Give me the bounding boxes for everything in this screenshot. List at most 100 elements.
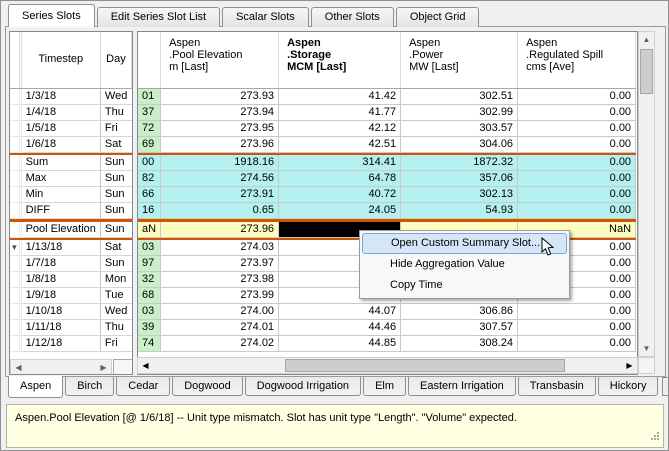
day-cell[interactable]: Sat — [100, 240, 131, 256]
tab-dogwood[interactable]: Dogwood — [172, 377, 242, 396]
scroll-left-icon[interactable]: ◀ — [138, 358, 153, 373]
tab-edit-series-slot-list[interactable]: Edit Series Slot List — [97, 7, 220, 27]
vertical-scrollbar-thumb[interactable] — [640, 49, 653, 94]
regulated-spill-cell[interactable]: 0.00 — [518, 336, 636, 352]
pool-elevation-cell[interactable]: 274.00 — [161, 304, 279, 320]
power-column-header[interactable]: Aspen.PowerMW [Last] — [401, 32, 518, 88]
power-cell[interactable]: 308.24 — [401, 336, 518, 352]
timestep-cell[interactable]: 1/11/18 — [21, 320, 100, 336]
tab-scroll-left-icon[interactable]: ◀ — [662, 377, 669, 396]
clipped-value-cell[interactable]: 82 — [138, 171, 161, 187]
power-cell[interactable]: 54.93 — [401, 203, 518, 219]
pool-elevation-cell[interactable]: 273.96 — [161, 222, 279, 238]
regulated-spill-cell[interactable]: 0.00 — [518, 104, 636, 120]
clipped-value-cell[interactable]: aN — [138, 222, 161, 238]
pool-elevation-cell[interactable]: 273.94 — [161, 104, 279, 120]
scroll-left-icon[interactable]: ◀ — [11, 360, 26, 375]
row-expander-icon[interactable]: ▼ — [10, 240, 19, 256]
clipped-value-cell[interactable]: 68 — [138, 288, 161, 304]
pool-elevation-cell[interactable]: 274.02 — [161, 336, 279, 352]
day-cell[interactable]: Fri — [100, 336, 131, 352]
timestep-cell[interactable]: Min — [21, 187, 100, 203]
day-cell[interactable]: Tue — [100, 288, 131, 304]
regulated-spill-cell[interactable]: 0.00 — [518, 187, 636, 203]
clipped-value-cell[interactable]: 39 — [138, 320, 161, 336]
power-cell[interactable]: 303.57 — [401, 120, 518, 136]
pool-elevation-cell[interactable]: 274.01 — [161, 320, 279, 336]
power-cell[interactable]: 302.13 — [401, 187, 518, 203]
clipped-value-cell[interactable]: 66 — [138, 187, 161, 203]
pool-elevation-cell[interactable]: 1918.16 — [161, 155, 279, 171]
pool-elevation-cell[interactable]: 273.96 — [161, 136, 279, 152]
regulated-spill-column-header[interactable]: Aspen.Regulated Spillcms [Ave] — [518, 32, 636, 88]
power-cell[interactable]: 357.06 — [401, 171, 518, 187]
pool-elevation-cell[interactable]: 274.03 — [161, 240, 279, 256]
right-horizontal-scrollbar[interactable]: ◀ ▶ — [137, 357, 638, 374]
pool-elevation-cell[interactable]: 273.91 — [161, 187, 279, 203]
storage-cell[interactable]: 40.72 — [279, 187, 401, 203]
resize-grip-icon[interactable] — [650, 431, 660, 444]
power-cell[interactable]: 307.57 — [401, 320, 518, 336]
timestep-cell[interactable]: 1/7/18 — [21, 256, 100, 272]
power-cell[interactable]: 304.06 — [401, 136, 518, 152]
clipped-value-cell[interactable]: 32 — [138, 272, 161, 288]
timestep-cell[interactable]: Max — [21, 171, 100, 187]
left-horizontal-scrollbar[interactable]: ◀ ▶ — [10, 359, 112, 375]
regulated-spill-cell[interactable]: 0.00 — [518, 120, 636, 136]
clipped-value-cell[interactable]: 74 — [138, 336, 161, 352]
day-cell[interactable]: Sun — [100, 256, 131, 272]
day-cell[interactable]: Sun — [100, 171, 131, 187]
clipped-value-cell[interactable]: 03 — [138, 304, 161, 320]
pool-elevation-cell[interactable]: 273.93 — [161, 88, 279, 104]
clipped-value-cell[interactable]: 97 — [138, 256, 161, 272]
tab-other-slots[interactable]: Other Slots — [311, 7, 394, 27]
clipped-value-cell[interactable]: 16 — [138, 203, 161, 219]
clipped-value-cell[interactable]: 01 — [138, 88, 161, 104]
tab-transbasin[interactable]: Transbasin — [518, 377, 596, 396]
timestep-cell[interactable]: 1/4/18 — [21, 104, 100, 120]
regulated-spill-cell[interactable]: 0.00 — [518, 155, 636, 171]
storage-cell[interactable]: 42.51 — [279, 136, 401, 152]
clipped-value-cell[interactable]: 69 — [138, 136, 161, 152]
tab-elm[interactable]: Elm — [363, 377, 406, 396]
day-cell[interactable]: Sun — [100, 187, 131, 203]
scroll-right-icon[interactable]: ▶ — [622, 358, 637, 373]
pool-elevation-cell[interactable]: 273.97 — [161, 256, 279, 272]
storage-cell[interactable]: 64.78 — [279, 171, 401, 187]
timestep-cell[interactable]: 1/3/18 — [21, 88, 100, 104]
clipped-value-cell[interactable]: 37 — [138, 104, 161, 120]
day-cell[interactable]: Sat — [100, 136, 131, 152]
tab-series-slots[interactable]: Series Slots — [8, 4, 95, 27]
regulated-spill-cell[interactable]: 0.00 — [518, 136, 636, 152]
power-cell[interactable]: 302.99 — [401, 104, 518, 120]
day-cell[interactable]: Wed — [100, 88, 131, 104]
timestep-cell[interactable]: 1/10/18 — [21, 304, 100, 320]
scroll-right-icon[interactable]: ▶ — [96, 360, 111, 375]
storage-cell[interactable]: 44.85 — [279, 336, 401, 352]
power-cell[interactable]: 1872.32 — [401, 155, 518, 171]
day-cell[interactable]: Sun — [100, 222, 131, 238]
pool-elevation-cell[interactable]: 0.65 — [161, 203, 279, 219]
regulated-spill-cell[interactable]: 0.00 — [518, 320, 636, 336]
pane-split-box[interactable] — [113, 359, 133, 375]
timestep-cell[interactable]: 1/9/18 — [21, 288, 100, 304]
pool-elevation-cell[interactable]: 274.56 — [161, 171, 279, 187]
storage-cell[interactable]: 24.05 — [279, 203, 401, 219]
pool-elevation-cell[interactable]: 273.98 — [161, 272, 279, 288]
vertical-scrollbar[interactable]: ▲ ▼ — [638, 31, 655, 357]
storage-cell[interactable]: 41.42 — [279, 88, 401, 104]
storage-cell[interactable]: 41.77 — [279, 104, 401, 120]
day-cell[interactable]: Fri — [100, 120, 131, 136]
day-column-header[interactable]: Day — [100, 32, 131, 88]
regulated-spill-cell[interactable]: 0.00 — [518, 203, 636, 219]
storage-cell[interactable]: 44.07 — [279, 304, 401, 320]
scroll-up-icon[interactable]: ▲ — [639, 32, 654, 47]
day-cell[interactable]: Mon — [100, 272, 131, 288]
scroll-down-icon[interactable]: ▼ — [639, 341, 654, 356]
day-cell[interactable]: Thu — [100, 320, 131, 336]
regulated-spill-cell[interactable]: 0.00 — [518, 88, 636, 104]
menu-item-copy-time[interactable]: Copy Time — [362, 275, 567, 296]
tab-object-grid[interactable]: Object Grid — [396, 7, 480, 27]
timestep-column-header[interactable]: Timestep — [21, 32, 100, 88]
tab-hickory[interactable]: Hickory — [598, 377, 659, 396]
